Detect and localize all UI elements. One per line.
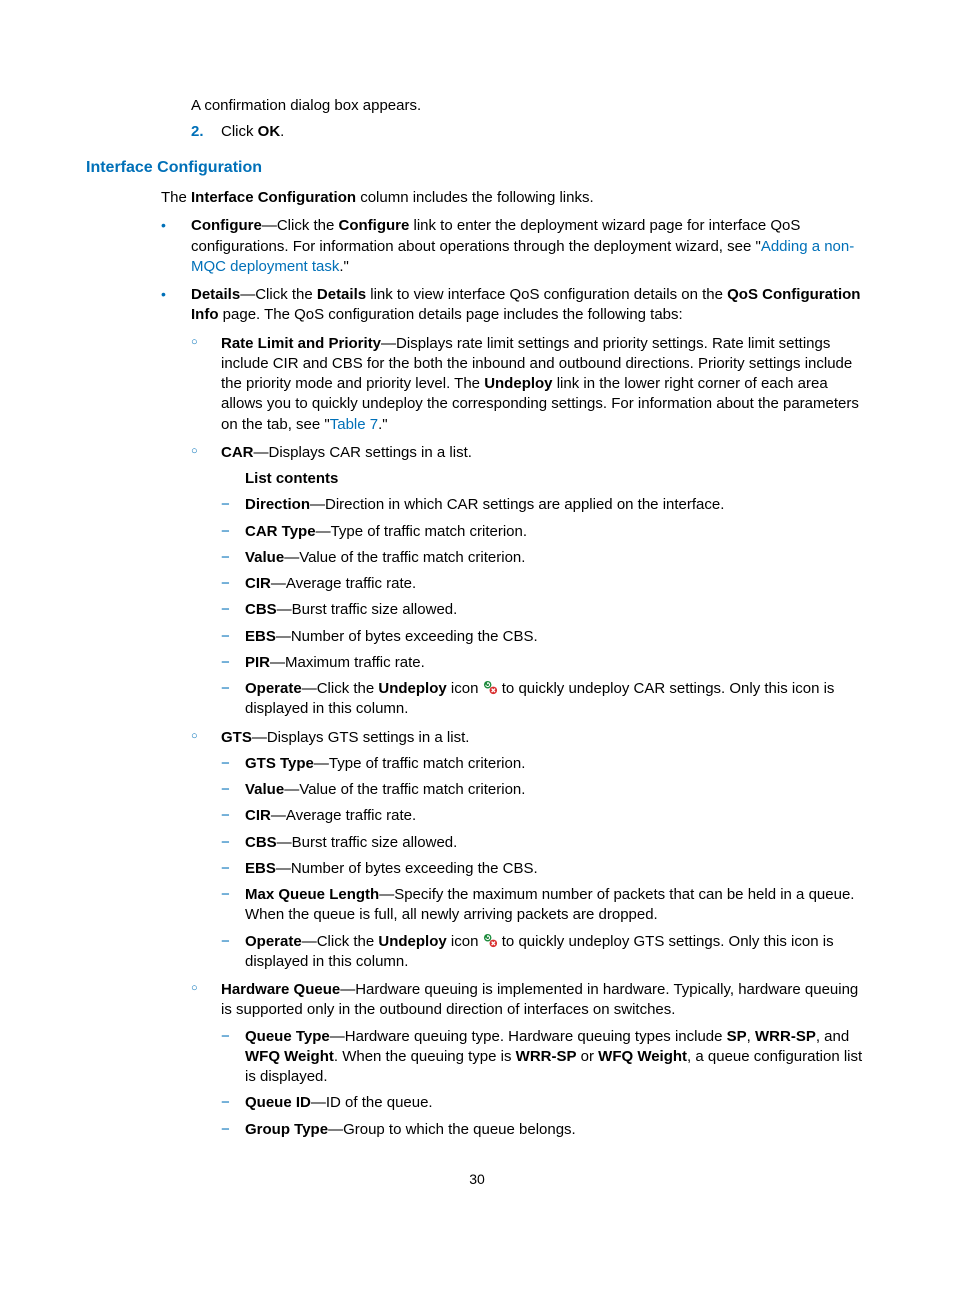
page-number: 30 — [86, 1170, 868, 1189]
car-direction: Direction—Direction in which CAR setting… — [221, 495, 868, 515]
hq-items: Queue Type—Hardware queuing type. Hardwa… — [221, 1027, 868, 1140]
car-value: Value—Value of the traffic match criteri… — [221, 548, 868, 568]
car-type: CAR Type—Type of traffic match criterion… — [221, 522, 868, 542]
main-bullets: Configure—Click the Configure link to en… — [161, 216, 868, 1140]
tab-gts: GTS—Displays GTS settings in a list. GTS… — [191, 728, 868, 973]
tabs-list: Rate Limit and Priority—Displays rate li… — [191, 334, 868, 1140]
tab-rate-limit: Rate Limit and Priority—Displays rate li… — [191, 334, 868, 435]
gts-maxq: Max Queue Length—Specify the maximum num… — [221, 885, 868, 926]
car-list-heading: List contents — [245, 469, 868, 489]
intro-block: A confirmation dialog box appears. 2.Cli… — [191, 96, 868, 143]
undeploy-icon — [483, 933, 498, 948]
gts-type: GTS Type—Type of traffic match criterion… — [221, 754, 868, 774]
gts-cir: CIR—Average traffic rate. — [221, 806, 868, 826]
car-cbs: CBS—Burst traffic size allowed. — [221, 600, 868, 620]
car-ebs: EBS—Number of bytes exceeding the CBS. — [221, 627, 868, 647]
hq-queue-id: Queue ID—ID of the queue. — [221, 1093, 868, 1113]
bullet-configure: Configure—Click the Configure link to en… — [161, 216, 868, 277]
tab-car: CAR—Displays CAR settings in a list. Lis… — [191, 443, 868, 720]
gts-cbs: CBS—Burst traffic size allowed. — [221, 833, 868, 853]
car-pir: PIR—Maximum traffic rate. — [221, 653, 868, 673]
step-2: 2.Click OK. — [191, 122, 868, 142]
gts-ebs: EBS—Number of bytes exceeding the CBS. — [221, 859, 868, 879]
tab-hardware-queue: Hardware Queue—Hardware queuing is imple… — [191, 980, 868, 1140]
hq-group-type: Group Type—Group to which the queue belo… — [221, 1120, 868, 1140]
confirm-text: A confirmation dialog box appears. — [191, 96, 868, 116]
undeploy-icon — [483, 680, 498, 695]
lead-text: The Interface Configuration column inclu… — [161, 188, 868, 208]
page-content: A confirmation dialog box appears. 2.Cli… — [161, 96, 868, 1140]
link-table-7[interactable]: Table 7 — [330, 416, 378, 433]
gts-operate: Operate—Click the Undeploy icon to quick… — [221, 932, 868, 973]
hq-queue-type: Queue Type—Hardware queuing type. Hardwa… — [221, 1027, 868, 1088]
car-cir: CIR—Average traffic rate. — [221, 574, 868, 594]
section-heading: Interface Configuration — [86, 157, 868, 179]
gts-items: GTS Type—Type of traffic match criterion… — [221, 754, 868, 972]
car-operate: Operate—Click the Undeploy icon to quick… — [221, 679, 868, 720]
gts-value: Value—Value of the traffic match criteri… — [221, 780, 868, 800]
step-list: 2.Click OK. — [191, 122, 868, 142]
car-items: Direction—Direction in which CAR setting… — [221, 495, 868, 719]
bullet-details: Details—Click the Details link to view i… — [161, 285, 868, 1140]
